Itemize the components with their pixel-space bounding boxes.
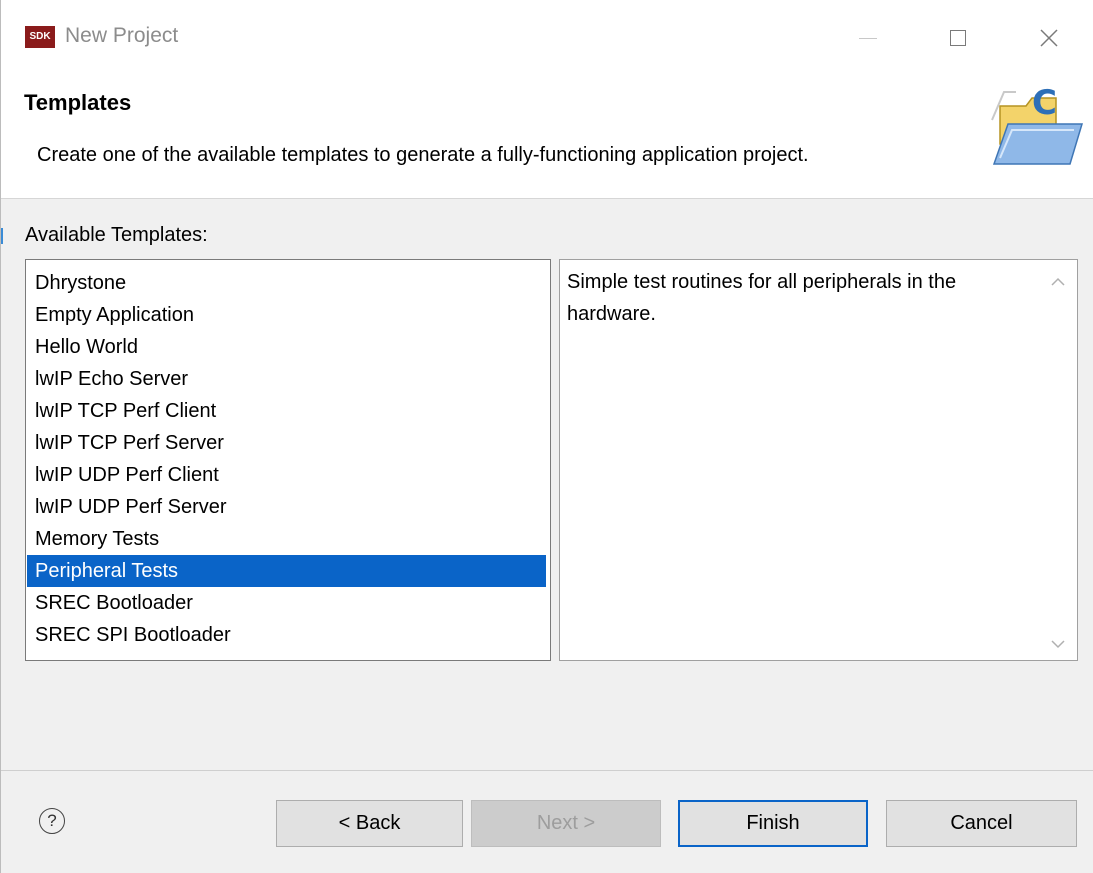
list-item[interactable]: SREC Bootloader: [27, 587, 546, 619]
svg-text:C: C: [1032, 84, 1057, 123]
wizard-banner: Templates Create one of the available te…: [1, 78, 1093, 199]
maximize-icon: [950, 30, 966, 46]
next-button[interactable]: Next >: [471, 800, 661, 847]
maximize-button[interactable]: [930, 14, 986, 62]
footer-divider: [1, 770, 1093, 771]
list-item[interactable]: Memory Tests: [27, 523, 546, 555]
close-button[interactable]: [1021, 14, 1077, 62]
scroll-down-icon[interactable]: [1049, 636, 1067, 654]
finish-button[interactable]: Finish: [678, 800, 868, 847]
list-item[interactable]: lwIP Echo Server: [27, 363, 546, 395]
new-project-dialog: SDK New Project Templates Create one of …: [0, 0, 1093, 873]
list-item[interactable]: SREC SPI Bootloader: [27, 619, 546, 651]
list-item[interactable]: Dhrystone: [27, 267, 546, 299]
templates-list[interactable]: Dhrystone Empty Application Hello World …: [25, 259, 551, 661]
template-description-box[interactable]: Simple test routines for all peripherals…: [559, 259, 1078, 661]
template-description: Simple test routines for all peripherals…: [567, 271, 957, 325]
c-project-folder-icon: C: [991, 84, 1084, 165]
minimize-button[interactable]: [840, 14, 896, 62]
minimize-icon: [859, 37, 877, 39]
list-item[interactable]: lwIP UDP Perf Client: [27, 459, 546, 491]
back-button[interactable]: < Back: [276, 800, 463, 847]
title-bar: SDK New Project: [1, 0, 1093, 78]
available-templates-label: Available Templates:: [25, 224, 208, 246]
focus-accent: [1, 228, 3, 244]
cancel-button[interactable]: Cancel: [886, 800, 1077, 847]
sdk-app-icon: SDK: [25, 26, 55, 48]
list-item[interactable]: Empty Application: [27, 299, 546, 331]
page-title: Templates: [24, 90, 132, 115]
window-title: New Project: [65, 24, 179, 47]
list-item-selected[interactable]: Peripheral Tests: [27, 555, 546, 587]
list-item[interactable]: lwIP TCP Perf Client: [27, 395, 546, 427]
close-icon: [1040, 29, 1058, 47]
page-description: Create one of the available templates to…: [37, 144, 809, 166]
list-item[interactable]: Hello World: [27, 331, 546, 363]
help-icon[interactable]: ?: [39, 808, 65, 834]
scroll-up-icon[interactable]: [1049, 274, 1067, 292]
list-item[interactable]: lwIP TCP Perf Server: [27, 427, 546, 459]
list-item[interactable]: lwIP UDP Perf Server: [27, 491, 546, 523]
